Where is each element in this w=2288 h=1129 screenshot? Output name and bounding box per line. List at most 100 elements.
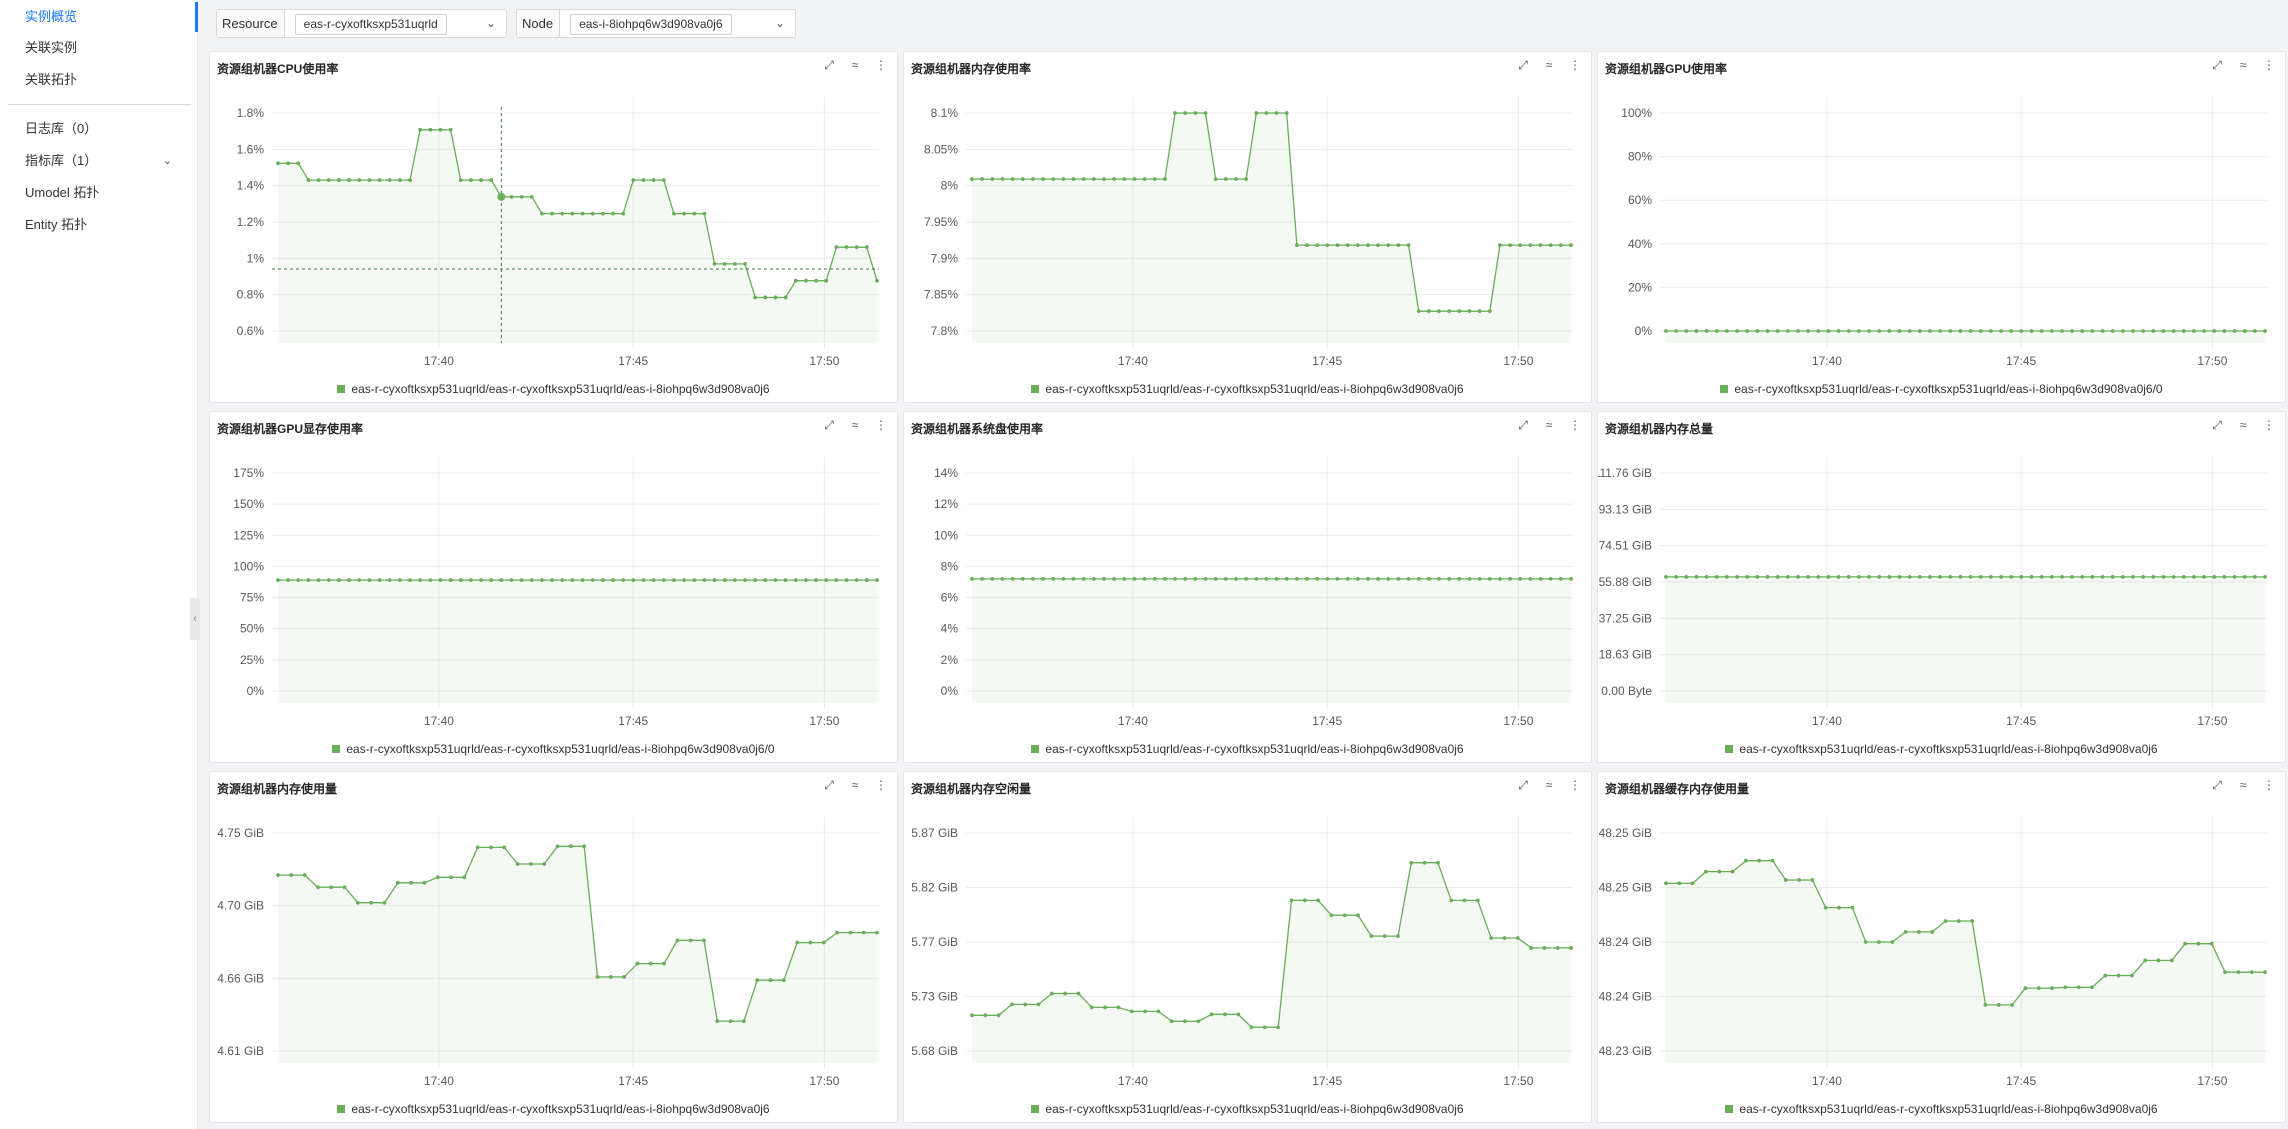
x-tick-label: 17:50: [2197, 354, 2227, 368]
y-tick-label: 14%: [934, 466, 958, 480]
data-point: [2063, 985, 2068, 990]
data-point: [1031, 576, 1035, 581]
resource-filter-label: Resource: [217, 10, 285, 37]
data-point: [1264, 111, 1269, 115]
data-point: [1416, 309, 1421, 314]
data-point: [2141, 329, 2146, 333]
x-tick-label: 17:45: [618, 1074, 648, 1088]
chart-panel: 资源组机器GPU使用率 ⤢ ≈ ⋮ 0% 20% 40% 60% 80% 100% 17:40 17:…: [1597, 51, 2286, 403]
chart-legend[interactable]: eas-r-cyxoftksxp531uqrld/eas-r-cyxoftksx…: [904, 742, 1591, 756]
series-area: [1666, 576, 2265, 703]
chart-legend[interactable]: eas-r-cyxoftksxp531uqrld/eas-r-cyxoftksx…: [1598, 742, 2285, 756]
chevron-down-icon: ⌄: [162, 155, 172, 167]
sidebar-item-related-topology[interactable]: 关联拓扑: [0, 65, 198, 95]
data-point: [1244, 576, 1249, 581]
sidebar-item-umodel-topology[interactable]: Umodel 拓扑: [0, 178, 198, 208]
chart-legend[interactable]: eas-r-cyxoftksxp531uqrld/eas-r-cyxoftksx…: [210, 1102, 897, 1116]
data-point: [2222, 574, 2227, 579]
y-tick-label: 100%: [1621, 106, 1652, 120]
data-point: [1745, 329, 1750, 333]
collapse-sidebar-button[interactable]: ‹: [190, 598, 200, 640]
data-point: [367, 178, 372, 182]
data-point: [1529, 946, 1533, 950]
data-point: [1051, 177, 1056, 181]
sidebar-item-label: 指标库（1）: [25, 153, 98, 168]
data-point: [1223, 1012, 1227, 1017]
data-point: [1917, 930, 1921, 934]
y-tick-label: 1.2%: [237, 215, 265, 229]
data-point: [2110, 329, 2115, 333]
data-point: [580, 211, 585, 216]
data-point: [2263, 970, 2267, 975]
y-tick-label: 48.23 GiB: [1599, 1044, 1652, 1058]
data-point: [2223, 970, 2227, 975]
data-point: [1943, 919, 1948, 923]
data-point: [2232, 574, 2237, 579]
data-point: [996, 1013, 1001, 1018]
data-point: [550, 578, 555, 583]
sidebar-item-label: Entity 拓扑: [25, 217, 88, 232]
data-point: [1254, 111, 1259, 115]
chart-legend[interactable]: eas-r-cyxoftksxp531uqrld/eas-r-cyxoftksx…: [1598, 382, 2285, 396]
sidebar-item-logstore[interactable]: 日志库（0）: [0, 114, 198, 144]
chart-legend[interactable]: eas-r-cyxoftksxp531uqrld/eas-r-cyxoftksx…: [904, 382, 1591, 396]
data-point: [1775, 574, 1780, 579]
data-point: [804, 578, 808, 583]
sidebar-item-instance-overview[interactable]: 实例概览: [0, 2, 198, 32]
data-point: [377, 578, 382, 583]
data-point: [2009, 574, 2014, 579]
data-point: [1498, 243, 1502, 248]
data-point: [763, 295, 768, 300]
data-point: [2116, 973, 2121, 978]
chart-legend[interactable]: eas-r-cyxoftksxp531uqrld/eas-r-cyxoftksx…: [904, 1102, 1591, 1116]
data-point: [1366, 576, 1370, 581]
y-tick-label: 5.73 GiB: [911, 990, 958, 1004]
legend-label: eas-r-cyxoftksxp531uqrld/eas-r-cyxoftksx…: [351, 382, 770, 396]
x-tick-label: 17:45: [1312, 714, 1342, 728]
data-point: [1765, 574, 1770, 579]
node-filter-label: Node: [517, 10, 561, 37]
chart-legend[interactable]: eas-r-cyxoftksxp531uqrld/eas-r-cyxoftksx…: [210, 382, 897, 396]
chevron-left-icon: ‹: [193, 613, 197, 625]
data-point: [408, 578, 412, 583]
data-point: [621, 211, 626, 216]
node-select[interactable]: eas-i-8iohpq6w3d908va0j6 ⌄: [560, 10, 795, 37]
sidebar-item-entity-topology[interactable]: Entity 拓扑: [0, 210, 198, 240]
y-tick-label: 20%: [1628, 280, 1652, 294]
data-point: [2171, 574, 2176, 579]
data-point: [1010, 177, 1015, 181]
chart-panel: 资源组机器内存总量 ⤢ ≈ ⋮ 0.00 Byte 18.63 GiB 37.25 GiB 5…: [1597, 411, 2286, 763]
data-point: [651, 578, 656, 583]
data-point: [2161, 574, 2166, 579]
data-point: [875, 930, 879, 935]
data-point: [1162, 576, 1167, 581]
data-point: [1102, 576, 1106, 581]
data-point: [1816, 329, 1821, 333]
data-point: [1071, 576, 1076, 581]
data-point: [1515, 936, 1520, 940]
data-point: [834, 578, 839, 583]
y-tick-label: 150%: [233, 497, 264, 511]
data-point: [499, 578, 504, 583]
data-point: [672, 578, 676, 583]
sidebar-item-metricstore[interactable]: 指标库（1） ⌄: [0, 146, 198, 176]
data-point: [1437, 576, 1441, 581]
y-tick-label: 7.95%: [924, 215, 958, 229]
data-point: [1890, 940, 1895, 944]
data-point: [732, 262, 737, 266]
data-point: [1717, 869, 1722, 874]
data-point: [316, 178, 321, 182]
sidebar-item-related-instances[interactable]: 关联实例: [0, 33, 198, 63]
chart-legend[interactable]: eas-r-cyxoftksxp531uqrld/eas-r-cyxoftksx…: [1598, 1102, 2285, 1116]
y-tick-label: 5.68 GiB: [911, 1044, 958, 1058]
data-point: [608, 974, 613, 979]
resource-select[interactable]: eas-r-cyxoftksxp531uqrld ⌄: [285, 10, 506, 37]
data-point: [1036, 1002, 1041, 1007]
data-point: [783, 295, 788, 300]
data-point: [1897, 329, 1902, 333]
data-point: [1907, 574, 1912, 579]
chart-legend[interactable]: eas-r-cyxoftksxp531uqrld/eas-r-cyxoftksx…: [210, 742, 897, 756]
data-point: [1968, 574, 1973, 579]
data-point: [864, 578, 869, 583]
data-point: [529, 194, 534, 199]
